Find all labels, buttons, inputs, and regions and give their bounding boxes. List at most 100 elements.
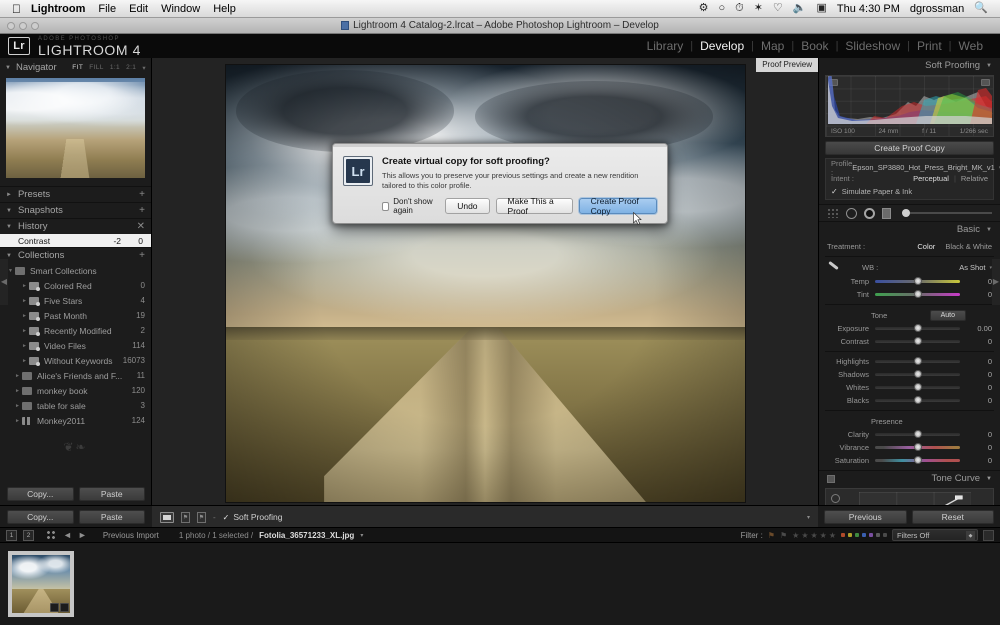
auto-tone-button[interactable]: Auto [929, 309, 966, 321]
color-label-red[interactable] [841, 533, 845, 537]
module-web[interactable]: Web [952, 39, 990, 53]
slider-shadows[interactable]: Shadows 0 [819, 368, 1000, 381]
color-label-none[interactable] [876, 533, 880, 537]
add-collection-icon[interactable]: + [139, 250, 145, 261]
slider-handle[interactable] [913, 276, 922, 285]
chevron-down-icon[interactable]: ▼ [986, 63, 992, 69]
dont-show-again-checkbox[interactable]: Don't show again [382, 197, 439, 215]
collapse-right-panel-icon[interactable]: ▶ [992, 258, 1000, 305]
chevron-down-icon[interactable]: ▼ [6, 208, 12, 214]
radial-filter-icon[interactable] [882, 207, 891, 219]
filmstrip-thumbnail[interactable] [8, 551, 74, 617]
module-map[interactable]: Map [754, 39, 791, 53]
module-library[interactable]: Library [640, 39, 691, 53]
tone-curve-line[interactable] [839, 492, 976, 505]
menu-item-lightroom[interactable]: Lightroom [31, 3, 85, 15]
slider-track[interactable] [875, 276, 960, 285]
list-item[interactable]: ► Without Keywords 16073 [0, 353, 151, 368]
photo-preview[interactable] [225, 65, 745, 502]
profile-row[interactable]: Profile : Epson_SP3880_Hot_Press_Bright_… [831, 159, 1000, 177]
dropbox-icon[interactable]: ⚙ [699, 3, 709, 14]
slider-handle[interactable] [913, 356, 922, 365]
soft-proofing-toggle[interactable]: ✓ Soft Proofing [223, 512, 283, 522]
copy-button[interactable]: Copy... [7, 487, 74, 501]
navigator-header[interactable]: ▼ Navigator FIT FILL 1:1 2:1 ▾ [0, 60, 151, 75]
list-item[interactable]: ► Video Files 114 [0, 338, 151, 353]
minimize-icon[interactable] [19, 22, 27, 30]
slider-handle[interactable] [913, 455, 922, 464]
list-item[interactable]: ► Five Stars 4 [0, 293, 151, 308]
chevron-right-icon[interactable]: ► [13, 388, 22, 394]
list-item[interactable]: ► Past Month 19 [0, 308, 151, 323]
photo-badge-crop-icon[interactable] [50, 603, 59, 612]
slider-handle[interactable] [902, 209, 910, 217]
window-controls[interactable] [7, 22, 39, 30]
color-label-custom[interactable] [883, 533, 887, 537]
slider-track[interactable] [875, 455, 960, 464]
slider-whites[interactable]: Whites 0 [819, 381, 1000, 394]
timemachine-icon[interactable]: ⏱ [735, 3, 744, 14]
color-label-green[interactable] [855, 533, 859, 537]
filmstrip-filename[interactable]: Fotolia_36571233_XL.jpg [259, 531, 354, 540]
paste-button[interactable]: Paste [78, 487, 145, 501]
chevron-right-icon[interactable]: ► [20, 328, 29, 334]
chevron-updown-icon[interactable]: ◆ [966, 531, 975, 540]
treatment-color[interactable]: Color [917, 242, 935, 251]
star-icon[interactable]: ★ [810, 531, 817, 540]
chevron-down-icon[interactable]: ▼ [986, 476, 992, 482]
list-item[interactable]: ▼ Smart Collections [0, 263, 151, 278]
list-item[interactable]: ► table for sale 3 [0, 398, 151, 413]
menu-item-edit[interactable]: Edit [129, 3, 148, 15]
previous-button[interactable]: Previous [824, 510, 907, 524]
slider-highlights[interactable]: Highlights 0 [819, 355, 1000, 368]
wb-value[interactable]: As Shot [959, 263, 985, 272]
red-eye-icon[interactable] [846, 207, 857, 219]
slider-handle[interactable] [913, 395, 922, 404]
spot-removal-icon[interactable] [827, 208, 839, 218]
loupe-view-icon[interactable] [160, 511, 174, 523]
chevron-right-icon[interactable]: ► [6, 192, 12, 198]
presets-header[interactable]: ► Presets + [0, 187, 151, 202]
bluetooth-icon[interactable]: ✶ [754, 3, 763, 14]
adjustment-brush-slider[interactable] [902, 209, 992, 217]
chevron-right-icon[interactable]: ► [20, 343, 29, 349]
chevron-down-icon[interactable]: ▼ [986, 227, 992, 233]
zoom-2-1[interactable]: 2:1 [126, 64, 136, 71]
chevron-right-icon[interactable]: ► [20, 313, 29, 319]
module-slideshow[interactable]: Slideshow [838, 39, 907, 53]
star-icon[interactable]: ★ [801, 531, 808, 540]
slider-vibrance[interactable]: Vibrance 0 [819, 441, 1000, 454]
spotlight-search-icon[interactable]: 🔍 [974, 3, 988, 14]
filmstrip-source[interactable]: Previous Import [103, 531, 159, 540]
slider-track[interactable] [875, 356, 960, 365]
history-row[interactable]: Contrast -2 0 [0, 234, 151, 247]
slider-temp[interactable]: Temp 0 [819, 275, 1000, 288]
add-snapshot-icon[interactable]: + [139, 205, 145, 216]
star-icon[interactable]: ★ [829, 531, 836, 540]
history-header[interactable]: ▼ History ✕ [0, 219, 151, 234]
navigator-preview[interactable] [6, 78, 145, 178]
flag-reject-icon[interactable]: ⚑ [197, 511, 206, 523]
filter-lock-icon[interactable] [983, 529, 994, 541]
add-preset-icon[interactable]: + [139, 189, 145, 200]
white-balance-eyedropper-icon[interactable] [827, 262, 840, 274]
slider-track[interactable] [875, 395, 960, 404]
close-icon[interactable] [7, 22, 15, 30]
filter-flag-reject-icon[interactable]: ⚑ [780, 531, 787, 540]
menu-bar-clock[interactable]: Thu 4:30 PM [837, 3, 900, 15]
slider-handle[interactable] [913, 323, 922, 332]
star-icon[interactable]: ★ [820, 531, 827, 540]
collections-header[interactable]: ▼ Collections + [0, 248, 151, 263]
simulate-paper-ink-checkbox[interactable]: ✓ Simulate Paper & Ink [831, 187, 988, 196]
slider-track[interactable] [875, 442, 960, 451]
slider-contrast[interactable]: Contrast 0 [819, 335, 1000, 348]
create-proof-copy-button[interactable]: Create Proof Copy [578, 196, 657, 216]
color-label-yellow[interactable] [848, 533, 852, 537]
toolbar-options-icon[interactable]: ▾ [807, 514, 810, 521]
module-print[interactable]: Print [910, 39, 949, 53]
basic-panel-header[interactable]: Basic ▼ [819, 222, 1000, 237]
zoom-1-1[interactable]: 1:1 [110, 64, 120, 71]
make-this-a-proof-button[interactable]: Make This a Proof [495, 196, 573, 216]
chevron-right-icon[interactable]: ► [13, 373, 22, 379]
list-item[interactable]: ► Recently Modified 2 [0, 323, 151, 338]
